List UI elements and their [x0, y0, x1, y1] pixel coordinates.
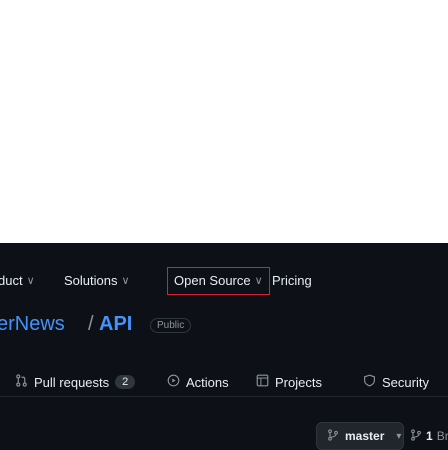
tabs-divider	[0, 396, 448, 397]
branch-count-label: Bran	[436, 429, 448, 443]
tab-actions[interactable]: Actions	[166, 368, 229, 396]
branch-name: master	[345, 429, 385, 443]
pull-requests-count: 2	[115, 375, 136, 389]
tab-actions-label: Actions	[186, 374, 229, 390]
nav-solutions-label: Solutions	[64, 273, 118, 288]
top-nav: duct ∨ Solutions ∨ Open Source ∨ Pricing	[0, 267, 448, 295]
repo-tabs: Pull requests 2 Actions Projects Securit…	[0, 368, 448, 396]
tab-security-label: Security	[382, 374, 429, 390]
branch-row: master ▾ 1 Bran	[0, 422, 448, 450]
nav-solutions[interactable]: Solutions ∨	[64, 268, 130, 294]
visibility-badge: Public	[150, 318, 192, 333]
tab-security[interactable]: Security	[362, 368, 429, 396]
projects-icon	[255, 374, 269, 390]
repo-title: erNews / API Public	[0, 310, 448, 338]
nav-pricing[interactable]: Pricing	[272, 268, 312, 294]
nav-open-source[interactable]: Open Source ∨	[167, 267, 270, 295]
page-top-area	[0, 0, 448, 243]
chevron-down-icon: ∨	[121, 275, 130, 287]
chevron-down-icon: ∨	[254, 275, 263, 287]
tab-pull-requests[interactable]: Pull requests 2	[14, 368, 136, 396]
nav-open-source-label: Open Source	[174, 273, 251, 288]
actions-icon	[166, 374, 180, 390]
branch-icon	[327, 428, 339, 444]
pull-request-icon	[14, 374, 28, 390]
nav-product[interactable]: duct ∨	[0, 268, 35, 294]
tab-projects[interactable]: Projects	[255, 368, 322, 396]
tab-pull-requests-label: Pull requests	[34, 374, 110, 390]
nav-pricing-label: Pricing	[272, 273, 312, 288]
tab-projects-label: Projects	[275, 374, 322, 390]
branch-selector-button[interactable]: master ▾	[316, 422, 404, 450]
repo-owner-link[interactable]: erNews	[0, 313, 65, 336]
branches-link[interactable]: 1 Bran	[410, 422, 448, 450]
branch-count: 1	[426, 429, 433, 443]
nav-product-label: duct	[0, 273, 23, 288]
caret-down-icon: ▾	[396, 430, 402, 442]
repo-name-link[interactable]: API	[99, 313, 132, 336]
chevron-down-icon: ∨	[26, 275, 35, 287]
branch-icon	[410, 428, 422, 444]
repo-separator: /	[88, 313, 94, 335]
shield-icon	[362, 374, 376, 390]
